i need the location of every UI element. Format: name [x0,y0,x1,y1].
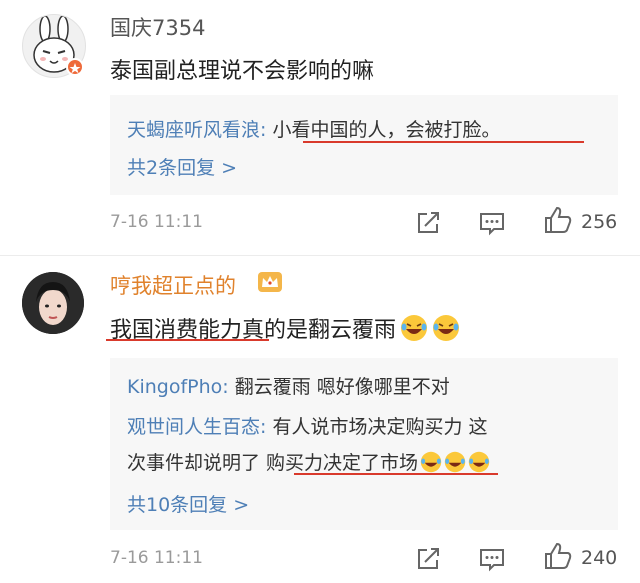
more-replies-link[interactable]: 共10条回复 > [127,490,249,517]
reply-item: 天蝎座听风看浪: 小看中国的人，会被打脸。 [127,115,500,142]
laughing-emoji-icon [401,315,428,341]
comment-username[interactable]: 国庆7354 [110,12,205,42]
verified-badge-icon [66,58,84,76]
laughing-emoji-icon [420,451,442,473]
reply-author[interactable]: 观世间人生百态 [127,416,260,438]
comment-time: 7-16 11:11 [110,548,203,568]
reply-continuation: 次事件却说明了 购买力决定了市场 [127,448,490,475]
comment-divider [0,255,640,256]
highlight-underline [106,339,269,341]
comment-time: 7-16 11:11 [110,212,203,232]
reply-item: 观世间人生百态: 有人说市场决定购买力 这 [127,412,488,439]
comment-text: 泰国副总理说不会影响的嘛 [110,59,375,84]
like-count: 240 [581,547,618,569]
highlight-underline [303,141,584,143]
laughing-emoji-icon [433,315,460,341]
reply-author[interactable]: 天蝎座听风看浪 [127,119,260,141]
laughing-emoji-icon [468,451,490,473]
crown-badge-icon [257,270,283,294]
reply-item: KingofPho: 翻云覆雨 嗯好像哪里不对 [127,372,450,399]
portrait-avatar-icon [22,272,84,334]
comment-icon[interactable] [477,544,507,574]
reply-separator: : [260,119,273,141]
reply-author[interactable]: KingofPho [127,376,222,398]
highlight-underline [294,473,498,475]
like-icon[interactable] [543,541,573,571]
reply-text: 小看中国的人，会被打脸。 [272,119,501,141]
reply-text: 次事件却说明了 [127,452,267,474]
reply-separator: : [260,416,273,438]
share-icon[interactable] [413,208,443,238]
comment-username[interactable]: 哼我超正点的 [110,270,236,300]
reply-box[interactable]: KingofPho: 翻云覆雨 嗯好像哪里不对 观世间人生百态: 有人说市场决定… [110,358,618,530]
reply-text: 翻云覆雨 嗯好像哪里不对 [234,376,450,398]
reply-text-highlight: 购买力决定了市场 [266,452,419,474]
more-replies-link[interactable]: 共2条回复 > [127,153,237,180]
avatar[interactable] [22,272,84,334]
like-icon[interactable] [543,205,573,235]
reply-text: 有人说市场决定购买力 这 [272,416,488,438]
reply-box[interactable]: 天蝎座听风看浪: 小看中国的人，会被打脸。 共2条回复 > [110,95,618,195]
laughing-emoji-icon [444,451,466,473]
share-icon[interactable] [413,544,443,574]
comment-icon[interactable] [477,208,507,238]
reply-separator: : [222,376,235,398]
like-count: 256 [581,211,618,233]
